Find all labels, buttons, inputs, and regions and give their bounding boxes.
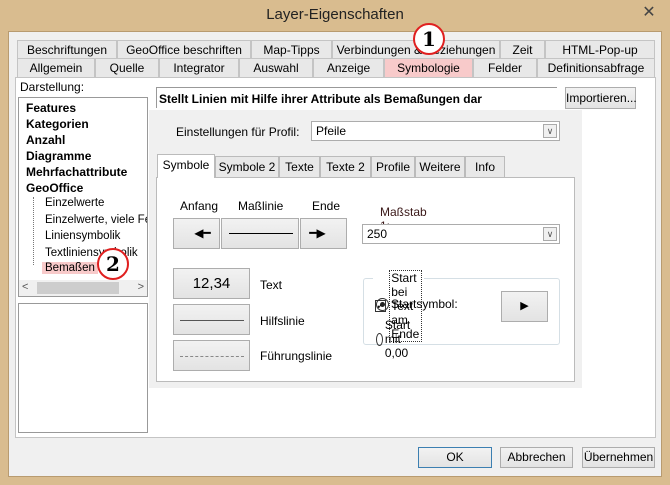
preview-box xyxy=(18,303,148,433)
line-icon xyxy=(229,233,293,234)
profile-select[interactable]: Pfeile ∨ xyxy=(311,121,560,141)
massstab-value: 250 xyxy=(367,227,388,241)
tree-item[interactable]: Features xyxy=(26,101,76,115)
tab-integrator[interactable]: Integrator xyxy=(159,58,239,77)
inner-tab-info[interactable]: Info xyxy=(465,156,505,177)
tree-item[interactable]: Einzelwerte xyxy=(45,197,104,209)
line-icon xyxy=(180,320,244,321)
annotation-2: 2 xyxy=(97,248,129,280)
inner-tab-texte-2[interactable]: Texte 2 xyxy=(320,156,371,177)
tree-item[interactable]: Einzelwerte, viele Felder xyxy=(45,214,147,226)
masslinie-label: Maßlinie xyxy=(238,199,284,213)
tree-item[interactable]: GeoOffice xyxy=(26,181,83,195)
window-title: Layer-Eigenschaften xyxy=(266,6,404,23)
tab-beschriftungen[interactable]: Beschriftungen xyxy=(17,40,117,59)
tab-symbologie[interactable]: Symbologie xyxy=(384,58,473,77)
ende-symbol-button[interactable]: ━▶ xyxy=(300,218,347,249)
tree-item[interactable]: Anzahl xyxy=(26,133,65,147)
close-icon[interactable]: ✕ xyxy=(636,2,662,24)
tab-definitionsabfrage[interactable]: Definitionsabfrage xyxy=(537,58,655,77)
inner-tab-profile[interactable]: Profile xyxy=(371,156,415,177)
massstab-select[interactable]: 250 ∨ xyxy=(362,224,560,244)
tab-allgemein[interactable]: Allgemein xyxy=(17,58,95,77)
startsymbol-button[interactable]: ▶ xyxy=(501,291,548,322)
tree-item-selected[interactable]: Bemaßen xyxy=(42,262,98,274)
play-arrow-icon: ▶ xyxy=(520,300,529,312)
cancel-button[interactable]: Abbrechen xyxy=(500,447,573,468)
tab-zeit[interactable]: Zeit xyxy=(500,40,545,59)
tree-item[interactable]: Liniensymbolik xyxy=(45,230,120,242)
arrow-right-icon: ━▶ xyxy=(309,226,326,240)
tree-line xyxy=(33,197,34,265)
arrow-left-icon: ◀━ xyxy=(194,226,211,240)
radio-selected-icon xyxy=(376,297,389,311)
tab-map-tipps[interactable]: Map-Tipps xyxy=(251,40,332,59)
radio-label: Startsymbol: xyxy=(391,297,458,311)
masslinie-symbol-button[interactable] xyxy=(221,218,299,249)
apply-button[interactable]: Übernehmen xyxy=(582,447,655,468)
fuehrungslinie-label: Führungslinie xyxy=(260,349,333,363)
tab-felder[interactable]: Felder xyxy=(473,58,537,77)
hilfslinie-label: Hilfslinie xyxy=(260,314,305,328)
darstellung-label: Darstellung: xyxy=(20,80,85,94)
radio-startsymbol[interactable]: Startsymbol: xyxy=(376,297,458,311)
hilfslinie-button[interactable] xyxy=(173,304,250,335)
inner-tab-texte[interactable]: Texte xyxy=(279,156,320,177)
chevron-down-icon: ∨ xyxy=(543,227,557,241)
annotation-1: 1 xyxy=(413,23,445,55)
inner-tab-symbole[interactable]: Symbole xyxy=(157,154,215,178)
inner-tab-weitere[interactable]: Weitere xyxy=(415,156,465,177)
text-symbol-button[interactable]: 12,34 xyxy=(173,268,250,299)
import-button[interactable]: Importieren... xyxy=(565,87,637,109)
tab-anzeige[interactable]: Anzeige xyxy=(313,58,384,77)
tree-item[interactable]: Diagramme xyxy=(26,149,91,163)
radio-label: Start mit 0,00 xyxy=(384,318,411,360)
inner-tab-symbole-2[interactable]: Symbole 2 xyxy=(215,156,279,177)
anfang-symbol-button[interactable]: ◀━ xyxy=(173,218,220,249)
description: Stellt Linien mit Hilfe ihrer Attribute … xyxy=(156,87,557,108)
ok-button[interactable]: OK xyxy=(418,447,492,468)
fuehrungslinie-button[interactable] xyxy=(173,340,250,371)
horizontal-scrollbar[interactable]: < > xyxy=(19,280,147,296)
tab-geooffice-beschriften[interactable]: GeoOffice beschriften xyxy=(117,40,251,59)
profile-value: Pfeile xyxy=(316,124,347,138)
chevron-down-icon: ∨ xyxy=(543,124,557,138)
anfang-label: Anfang xyxy=(180,199,219,213)
text-label: Text xyxy=(260,278,283,292)
radio-start-0[interactable]: Start mit 0,00 xyxy=(376,318,416,360)
tree-item[interactable]: Mehrfachattribute xyxy=(26,165,127,179)
tab-quelle[interactable]: Quelle xyxy=(95,58,159,77)
tree-item[interactable]: Kategorien xyxy=(26,117,89,131)
dashed-line-icon xyxy=(180,356,244,357)
tab-auswahl[interactable]: Auswahl xyxy=(239,58,313,77)
ende-label: Ende xyxy=(312,199,341,213)
profile-label: Einstellungen für Profil: xyxy=(176,125,300,139)
radio-icon xyxy=(376,332,383,346)
tab-html-pop-up[interactable]: HTML-Pop-up xyxy=(545,40,655,59)
